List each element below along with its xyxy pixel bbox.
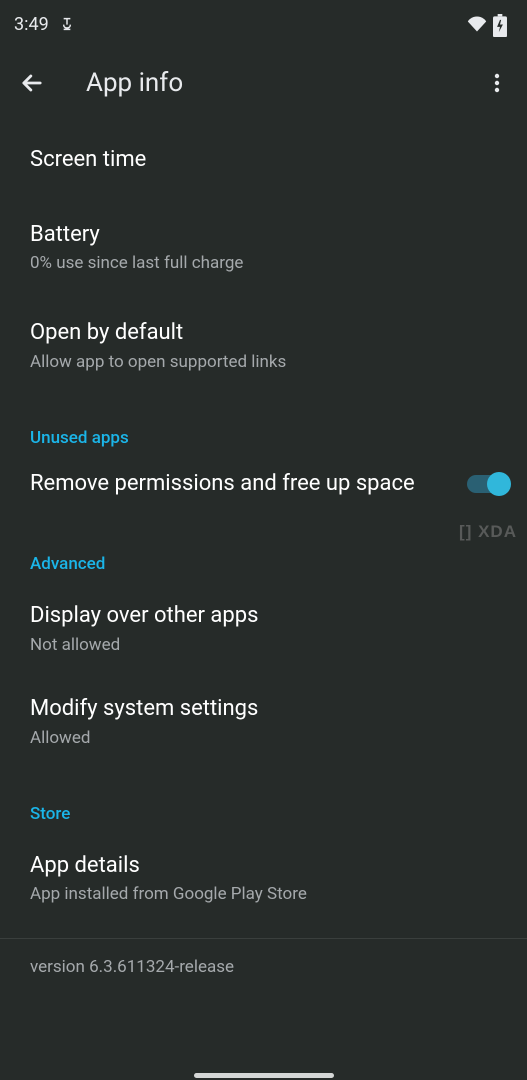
row-display-over-other-apps[interactable]: Display over other apps Not allowed	[0, 578, 527, 673]
watermark: [] XDA	[459, 522, 517, 542]
battery-icon	[493, 14, 507, 34]
row-subtitle: Not allowed	[30, 635, 497, 655]
version-text: version 6.3.611324-release	[30, 957, 497, 977]
row-title: Display over other apps	[30, 602, 497, 631]
toggle-remove-permissions[interactable]	[467, 472, 511, 496]
toggle-thumb	[487, 472, 511, 496]
row-title: App details	[30, 852, 497, 881]
row-modify-system-settings[interactable]: Modify system settings Allowed	[0, 673, 527, 766]
row-subtitle: Allowed	[30, 728, 497, 748]
section-advanced: Advanced	[0, 516, 527, 578]
nav-bar-handle[interactable]	[194, 1073, 334, 1078]
row-title: Screen time	[30, 146, 497, 175]
row-subtitle: 0% use since last full charge	[30, 253, 497, 273]
content: Screen time Battery 0% use since last fu…	[0, 118, 527, 995]
row-screen-time[interactable]: Screen time	[0, 118, 527, 193]
status-time: 3:49	[14, 14, 49, 35]
row-text: Remove permissions and free up space	[30, 470, 467, 499]
row-title: Battery	[30, 221, 497, 250]
section-store: Store	[0, 766, 527, 828]
app-bar: App info	[0, 48, 527, 118]
row-subtitle: App installed from Google Play Store	[30, 884, 497, 904]
row-subtitle: Allow app to open supported links	[30, 352, 497, 372]
row-open-by-default[interactable]: Open by default Allow app to open suppor…	[0, 291, 527, 390]
page-title: App info	[86, 68, 183, 98]
status-bar: 3:49	[0, 0, 527, 48]
more-button[interactable]	[485, 71, 509, 95]
section-unused-apps: Unused apps	[0, 390, 527, 452]
status-right	[467, 14, 507, 34]
row-app-details[interactable]: App details App installed from Google Pl…	[0, 828, 527, 923]
back-button[interactable]	[18, 69, 46, 97]
row-battery[interactable]: Battery 0% use since last full charge	[0, 193, 527, 292]
row-title: Remove permissions and free up space	[30, 470, 457, 499]
row-title: Open by default	[30, 319, 497, 348]
sync-icon	[59, 16, 75, 32]
row-remove-permissions[interactable]: Remove permissions and free up space	[0, 452, 527, 517]
status-left: 3:49	[14, 14, 75, 35]
row-version: version 6.3.611324-release	[0, 939, 527, 995]
row-title: Modify system settings	[30, 695, 497, 724]
wifi-icon	[467, 14, 487, 34]
